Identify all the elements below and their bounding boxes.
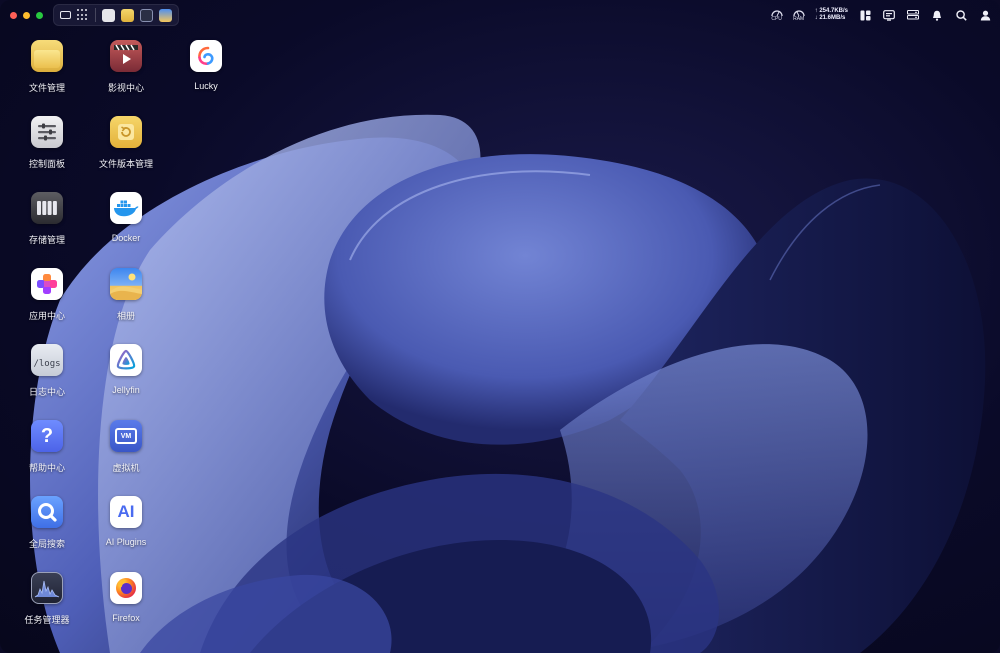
divider [95, 8, 96, 22]
video-icon [110, 40, 142, 72]
search-icon [31, 496, 63, 528]
window-controls [10, 11, 43, 19]
app-label: 任务管理器 [24, 615, 70, 625]
user-icon[interactable] [978, 8, 992, 22]
download-speed: 21.6MB/s [819, 15, 846, 21]
app-label: Lucky [194, 81, 218, 91]
app-album[interactable]: 相册 [86, 268, 166, 344]
vm-screen: VM [115, 428, 137, 444]
app-storage-manager[interactable]: 存储管理 [7, 192, 87, 268]
app-label: 文件管理 [28, 83, 65, 93]
quick-launch-bar [53, 4, 179, 26]
ai-icon-text: AI [117, 502, 135, 521]
app-label: 虚拟机 [112, 463, 140, 473]
app-grid-icon[interactable] [77, 9, 89, 21]
help-icon: ? [31, 420, 63, 452]
vm-icon: VM [110, 420, 142, 452]
logs-icon: /logs [31, 344, 63, 376]
album-icon [110, 268, 142, 300]
ai-icon: AI [110, 496, 142, 528]
album-icon[interactable] [159, 8, 172, 22]
monitor-icon[interactable] [60, 11, 71, 19]
bell-icon[interactable] [930, 8, 944, 22]
app-label: AI Plugins [105, 537, 147, 547]
app-file-version-manager[interactable]: 文件版本管理 [86, 116, 166, 192]
maximize-button[interactable] [36, 11, 43, 19]
logs-icon-text: /logs [33, 359, 61, 369]
app-label: 控制面板 [28, 159, 65, 169]
app-center-icon [31, 268, 63, 300]
app-label: Docker [111, 233, 141, 243]
ram-label: RAM [793, 15, 805, 22]
top-bar: CPU RAM ↑ 254.7KB/s ↓ 21.6MB/s [0, 0, 1000, 30]
app-label: 影视中心 [107, 83, 144, 93]
terminal-icon[interactable] [882, 8, 896, 22]
firefox-icon [110, 572, 142, 604]
docker-icon [110, 192, 142, 224]
file-manager-icon[interactable] [121, 8, 134, 22]
app-label: 帮助中心 [28, 463, 65, 473]
desktop: CPU RAM ↑ 254.7KB/s ↓ 21.6MB/s 文件管理 控制面板… [0, 0, 1000, 653]
app-label: 文件版本管理 [98, 159, 153, 169]
app-help-center[interactable]: ? 帮助中心 [7, 420, 87, 496]
app-app-center[interactable]: 应用中心 [7, 268, 87, 344]
upload-speed: 254.7KB/s [819, 8, 848, 14]
app-label: 存储管理 [28, 235, 65, 245]
app-firefox[interactable]: Firefox [86, 572, 166, 648]
storage-icon[interactable] [906, 8, 920, 22]
cpu-label: CPU [771, 15, 782, 22]
control-panel-icon[interactable] [102, 8, 115, 22]
app-video-center[interactable]: 影视中心 [86, 40, 166, 116]
minimize-button[interactable] [23, 11, 30, 19]
app-log-center[interactable]: /logs 日志中心 [7, 344, 87, 420]
status-area: CPU RAM ↑ 254.7KB/s ↓ 21.6MB/s [770, 0, 992, 30]
file-version-icon [110, 116, 142, 148]
close-button[interactable] [10, 11, 17, 19]
app-label: 应用中心 [28, 311, 65, 321]
app-virtual-machine[interactable]: VM 虚拟机 [86, 420, 166, 496]
task-manager-icon [31, 572, 63, 604]
app-file-manager[interactable]: 文件管理 [7, 40, 87, 116]
app-control-panel[interactable]: 控制面板 [7, 116, 87, 192]
storage-icon [31, 192, 63, 224]
app-label: 全局搜索 [28, 539, 65, 549]
vm-icon-text: VM [120, 432, 132, 440]
ram-gauge[interactable]: RAM [792, 9, 805, 22]
app-label: Firefox [112, 613, 140, 623]
help-icon-text: ? [40, 424, 54, 447]
folder-icon [31, 40, 63, 72]
task-manager-icon[interactable] [140, 8, 153, 22]
lucky-icon [190, 40, 222, 72]
search-icon[interactable] [954, 8, 968, 22]
widgets-icon[interactable] [858, 8, 872, 22]
app-jellyfin[interactable]: Jellyfin [86, 344, 166, 420]
app-global-search[interactable]: 全局搜索 [7, 496, 87, 572]
app-lucky[interactable]: Lucky [166, 40, 246, 116]
app-label: 日志中心 [28, 387, 65, 397]
cpu-gauge[interactable]: CPU [770, 9, 783, 22]
app-label: Jellyfin [112, 385, 140, 395]
app-ai-plugins[interactable]: AI AI Plugins [86, 496, 166, 572]
control-panel-icon [31, 116, 63, 148]
app-docker[interactable]: Docker [86, 192, 166, 268]
jellyfin-icon [110, 344, 142, 376]
app-task-manager[interactable]: 任务管理器 [7, 572, 87, 648]
network-speed[interactable]: ↑ 254.7KB/s ↓ 21.6MB/s [815, 8, 848, 22]
app-label: 相册 [116, 311, 135, 321]
